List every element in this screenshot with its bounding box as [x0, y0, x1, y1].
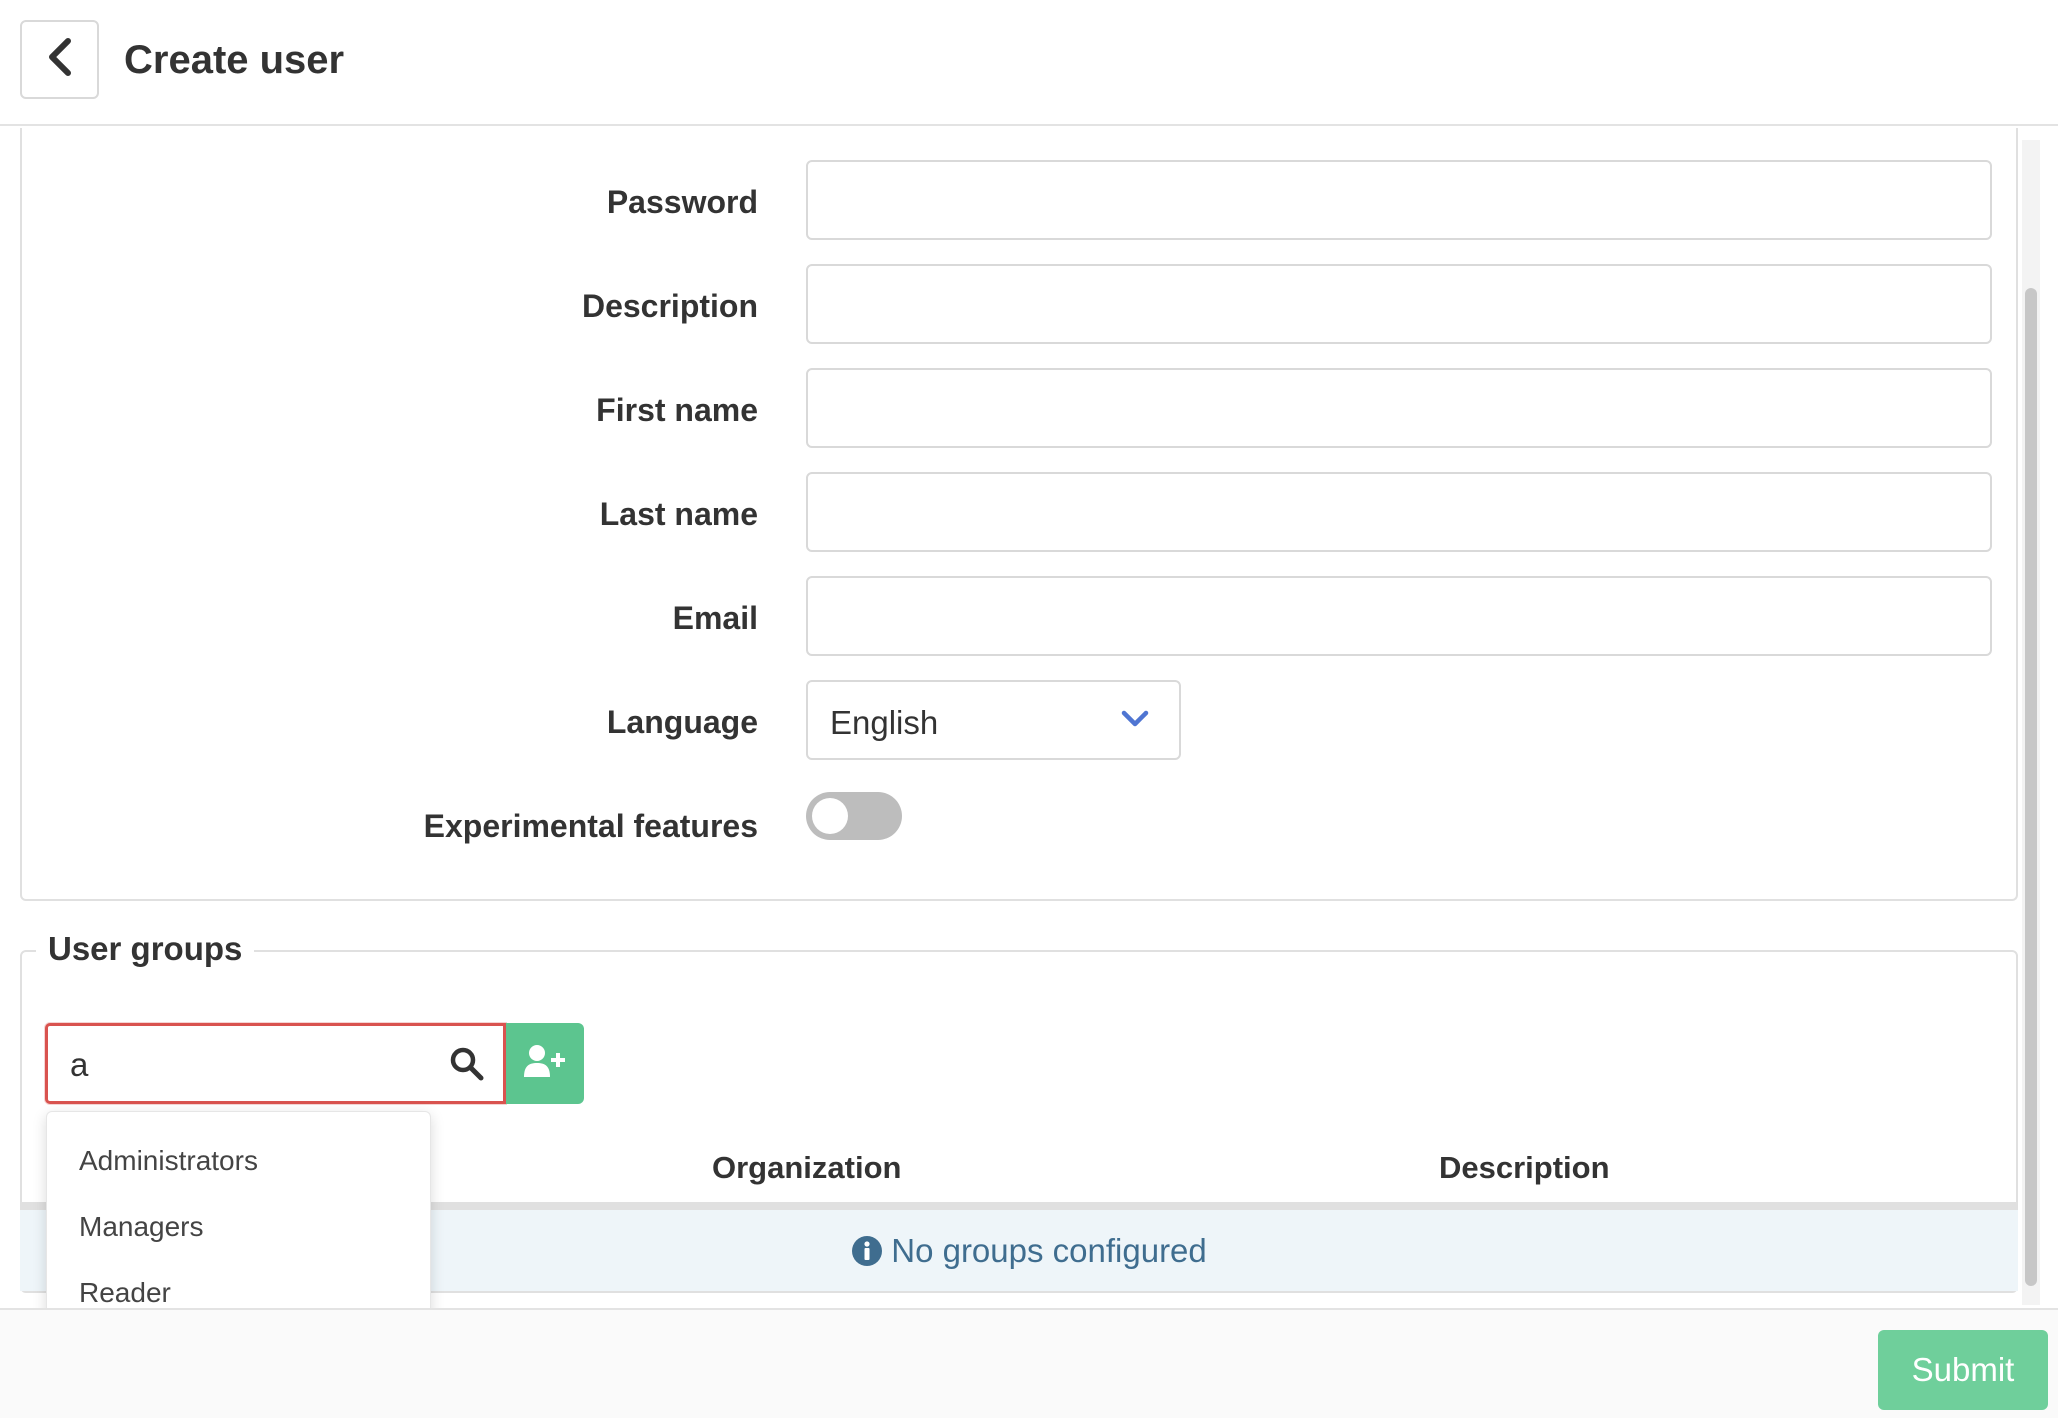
experimental-features-label: Experimental features — [423, 808, 758, 844]
language-select-value: English — [830, 704, 939, 741]
experimental-features-toggle[interactable] — [806, 792, 902, 840]
form-row-last-name: Last name — [0, 472, 2058, 552]
password-field[interactable] — [806, 160, 1992, 240]
email-label: Email — [672, 600, 758, 636]
description-field[interactable] — [806, 264, 1992, 344]
form-row-description: Description — [0, 264, 2058, 344]
description-label: Description — [581, 288, 758, 324]
language-label: Language — [606, 704, 758, 740]
user-plus-icon — [523, 1044, 567, 1083]
form-footer: Submit — [0, 1308, 2058, 1418]
back-button[interactable] — [20, 20, 99, 99]
create-user-page: Create user Password Description First n… — [0, 0, 2058, 1418]
page-title: Create user — [124, 38, 345, 82]
group-search-input[interactable]: a — [45, 1023, 506, 1104]
form-row-experimental: Experimental features — [0, 784, 2058, 864]
suggestion-reader[interactable]: Reader — [79, 1277, 171, 1309]
column-header-description: Description — [1439, 1150, 1610, 1185]
user-groups-legend: User groups — [36, 930, 255, 968]
form-row-email: Email — [0, 576, 2058, 656]
form-row-language: Language English — [0, 680, 2058, 760]
last-name-field[interactable] — [806, 472, 1992, 552]
submit-button[interactable]: Submit — [1878, 1330, 2048, 1410]
form-row-password: Password — [0, 160, 2058, 240]
column-header-organization: Organization — [712, 1150, 902, 1185]
first-name-label: First name — [596, 392, 758, 428]
first-name-field[interactable] — [806, 368, 1992, 448]
group-search-value: a — [70, 1046, 89, 1083]
password-label: Password — [606, 184, 758, 220]
search-icon[interactable] — [449, 1046, 485, 1087]
suggestion-managers[interactable]: Managers — [79, 1211, 204, 1243]
page-header: Create user — [0, 0, 2058, 126]
email-field[interactable] — [806, 576, 1992, 656]
suggestion-administrators[interactable]: Administrators — [79, 1145, 258, 1177]
form-row-first-name: First name — [0, 368, 2058, 448]
language-select[interactable]: English — [806, 680, 1181, 760]
scrollbar-thumb[interactable] — [2025, 288, 2037, 1286]
toggle-knob — [812, 798, 848, 834]
chevron-down-icon — [1121, 710, 1149, 733]
add-group-button[interactable] — [506, 1023, 584, 1104]
chevron-left-icon — [46, 37, 74, 82]
groups-empty-text: No groups configured — [891, 1232, 1207, 1269]
last-name-label: Last name — [599, 496, 758, 532]
info-icon — [851, 1215, 883, 1296]
